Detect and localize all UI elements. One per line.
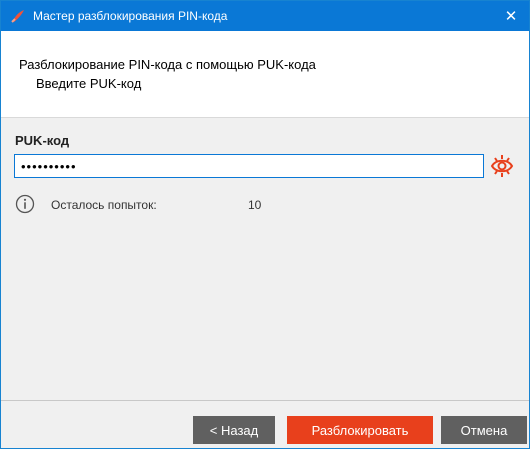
wizard-header: Разблокирование PIN-кода с помощью PUK-к… [1,31,529,118]
window-title: Мастер разблокирования PIN-кода [33,9,228,23]
pin-unlock-wizard-window: Мастер разблокирования PIN-кода ✕ Разбло… [0,0,530,449]
eye-icon [490,155,514,177]
back-button[interactable]: < Назад [193,416,275,444]
close-button[interactable]: ✕ [493,1,529,31]
attempts-count: 10 [248,198,262,212]
unlock-button[interactable]: Разблокировать [287,416,433,444]
info-icon [15,194,35,214]
puk-input[interactable] [14,154,484,178]
show-password-button[interactable] [490,154,514,178]
close-icon: ✕ [504,8,518,25]
wizard-content: PUK-код Осталось попыток: 10 [1,118,529,401]
app-logo-icon [9,7,27,25]
header-subtitle: Введите PUK-код [36,76,142,91]
title-bar: Мастер разблокирования PIN-кода ✕ [1,1,529,31]
cancel-button[interactable]: Отмена [441,416,527,444]
attempts-label: Осталось попыток: [51,198,157,212]
header-title: Разблокирование PIN-кода с помощью PUK-к… [19,57,316,72]
puk-field-label: PUK-код [15,133,70,148]
button-bar: < Назад Разблокировать Отмена [1,400,529,448]
